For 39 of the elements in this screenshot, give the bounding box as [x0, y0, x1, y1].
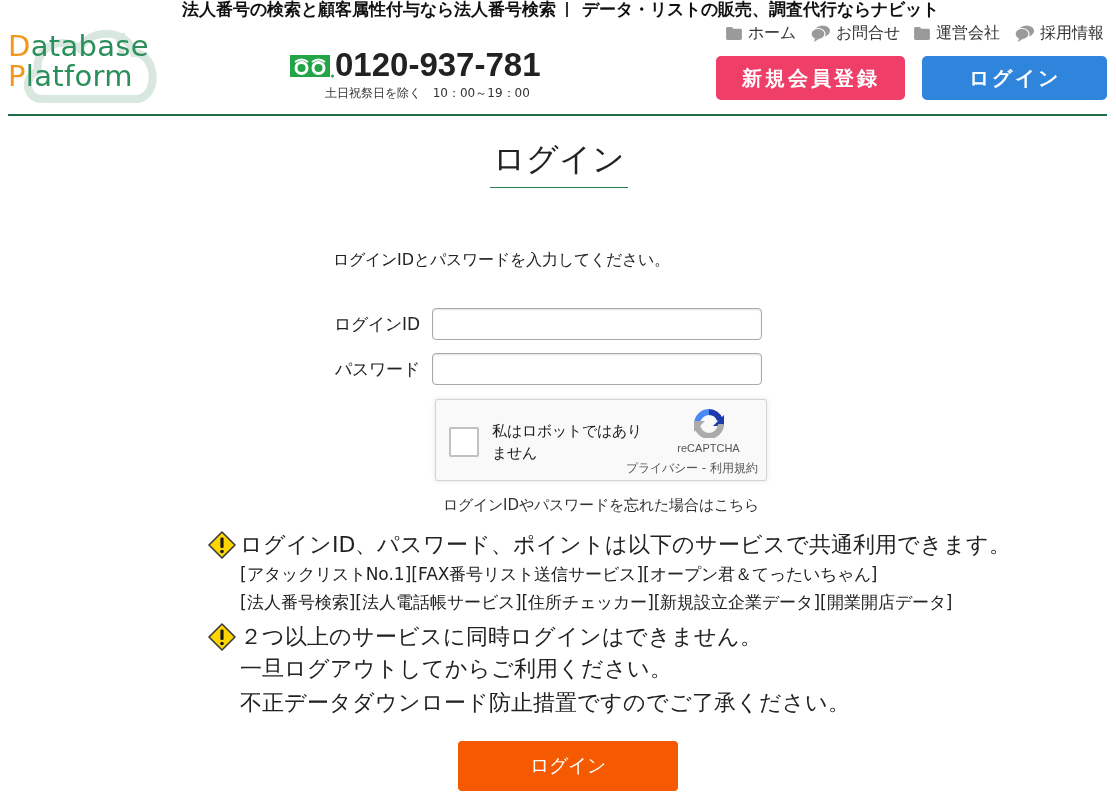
- business-hours: 土日祝祭日を除く 10：00～19：00: [324, 86, 530, 101]
- warning-icon: [208, 623, 236, 651]
- privacy-link[interactable]: プライバシー: [625, 461, 698, 475]
- service-list-text: [法人番号検索][法人電話帳サービス][住所チェッカー][新規設立企業データ][開業開店データ]: [240, 591, 954, 614]
- recaptcha-logo-icon: [692, 408, 725, 438]
- service-list-text: [アタックリストNo.1][FAX番号リスト送信サービス][オープン君＆てったいちゃん]: [240, 563, 879, 586]
- speech-bubbles-icon: [1014, 24, 1034, 42]
- nav-link[interactable]: 運営会社: [914, 23, 1000, 43]
- field-label: パスワード: [334, 358, 420, 380]
- instruction-text: ログインIDとパスワードを入力してください。: [333, 249, 672, 271]
- link-separator: -: [701, 461, 706, 475]
- tagline-text: データ・リストの販売、調査代行ならナビット: [581, 0, 939, 18]
- speech-bubbles-icon: [810, 24, 830, 42]
- folder-icon: [726, 26, 742, 40]
- tagline-text: 法人番号の検索と顧客属性付与なら法人番号検索: [181, 0, 556, 18]
- nav-link[interactable]: 採用情報: [1014, 23, 1104, 43]
- notice-text: 一旦ログアウトしてからご利用ください。: [240, 655, 673, 683]
- warning-icon: [208, 531, 236, 559]
- freedial-icon: [290, 55, 334, 78]
- register-button[interactable]: 新規会員登録: [716, 56, 905, 100]
- input-field[interactable]: [432, 308, 762, 340]
- folder-icon: [914, 26, 930, 40]
- terms-link[interactable]: 利用規約: [710, 461, 758, 475]
- notice-text: 不正データダウンロード防止措置ですのでご了承ください。: [240, 689, 850, 717]
- recaptcha-brand-text: reCAPTCHA: [677, 442, 740, 454]
- input-field[interactable]: [432, 353, 762, 385]
- logo-text: Platform: [8, 61, 134, 91]
- page-title: ログイン: [490, 139, 628, 188]
- field-label: ログインID: [332, 313, 420, 335]
- captcha-checkbox[interactable]: [449, 426, 479, 457]
- logo-text: Database: [8, 31, 150, 61]
- nav-link[interactable]: ホーム: [726, 23, 796, 43]
- notice-heading: ログインID、パスワード、ポイントは以下のサービスで共通利用できます。: [240, 531, 1012, 559]
- notice-heading: ２つ以上のサービスに同時ログインはできません。: [240, 623, 763, 651]
- nav-link[interactable]: お問合せ: [810, 23, 900, 43]
- captcha-label: 私はロボットではありません: [492, 421, 643, 462]
- phone-number: 0120-937-781: [335, 50, 541, 80]
- forgot-password-link[interactable]: ログインIDやパスワードを忘れた場合はこちら: [443, 495, 759, 515]
- login-button[interactable]: ログイン: [922, 56, 1107, 100]
